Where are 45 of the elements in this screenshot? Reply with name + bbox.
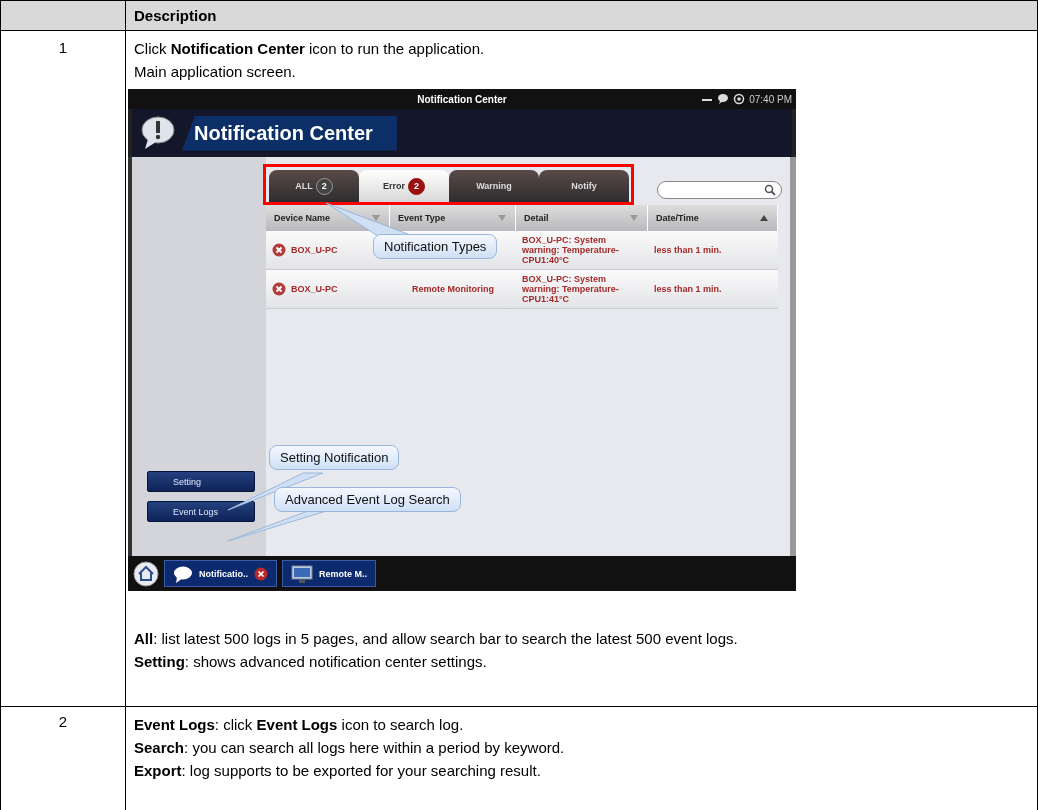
table-cell: BOX_U-PC — [291, 245, 338, 255]
callout: Advanced Event Log Search — [274, 487, 461, 512]
table-cell-text: BOX_U-PC: System warning: Temperature-CPU1:41°C — [522, 274, 620, 304]
note-text: Event Logs: click Event Logs icon to search log. — [134, 715, 465, 735]
note-text: Export: log supports to be exported for your searching result. — [134, 761, 542, 781]
taskbar-button[interactable]: Notificatio.. — [164, 560, 277, 587]
table-cell: less than 1 min. — [654, 284, 722, 294]
table-cell: Remote Monitoring — [412, 284, 494, 294]
window-title: Notification Center — [417, 93, 507, 105]
search-field[interactable] — [657, 181, 782, 199]
count-badge: 2 — [315, 177, 333, 195]
step-text: Click Notification Center icon to run the application. — [134, 39, 486, 59]
side-button[interactable]: Setting — [147, 471, 255, 492]
table-cell: BOX_U-PC — [291, 284, 338, 294]
filter-tab[interactable]: ALL 2 — [269, 170, 359, 202]
speech-bubble-icon — [140, 115, 176, 151]
close-icon[interactable] — [254, 566, 268, 581]
note-text: All: list latest 500 logs in 5 pages, and allow search bar to search the latest 500 event logs. — [134, 629, 739, 649]
chat-icon — [717, 93, 730, 105]
count-badge: 2 — [408, 177, 425, 195]
callout: Setting Notification — [269, 445, 400, 470]
callout: Notification Types — [373, 234, 498, 259]
filter-tab[interactable]: Error 2 — [359, 170, 449, 202]
app-title: Notification Center — [182, 115, 397, 151]
monitor-icon — [291, 564, 313, 583]
taskbar-button[interactable]: Remote M.. — [282, 560, 376, 587]
search-icon — [764, 184, 776, 196]
side-button[interactable]: Event Logs — [147, 501, 255, 522]
clock-time: 07:40 PM — [749, 93, 792, 105]
home-icon — [133, 560, 159, 587]
step-text: Main application screen. — [134, 62, 297, 82]
ring-icon — [733, 93, 746, 105]
error-icon — [272, 243, 286, 257]
table-cell: less than 1 min. — [654, 245, 722, 255]
note-text: Setting: shows advanced notification center settings. — [134, 652, 488, 672]
column-header: Description — [126, 1, 1038, 31]
chat-icon — [173, 564, 193, 583]
step-number: 1 — [1, 31, 126, 707]
table-cell-text: BOX_U-PC: System warning: Temperature-CPU1:40°C — [522, 235, 620, 265]
filter-tab[interactable]: Warning — [449, 170, 539, 202]
note-text: Search: you can search all logs here within a period by keyword. — [134, 738, 566, 758]
step-number: 2 — [1, 707, 126, 810]
home-button[interactable] — [133, 560, 159, 587]
error-icon — [272, 282, 286, 296]
filter-tab[interactable]: Notify — [539, 170, 629, 202]
